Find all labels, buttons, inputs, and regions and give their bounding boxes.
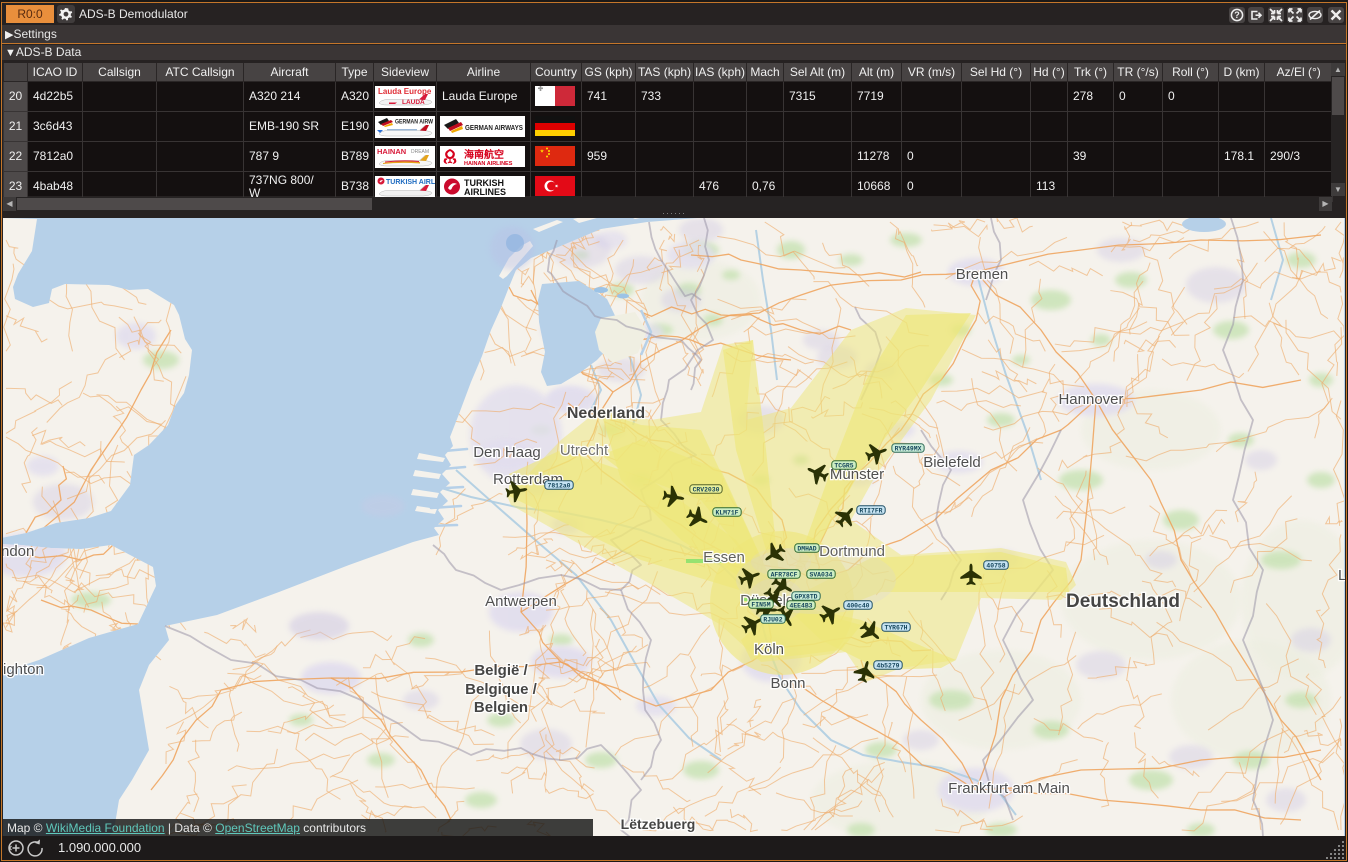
svg-text:TYR67H: TYR67H (884, 624, 907, 631)
svg-text:Deutschland: Deutschland (1066, 591, 1180, 612)
svg-text:KLM71F: KLM71F (715, 509, 738, 516)
svg-text:SVA034: SVA034 (809, 571, 832, 578)
svg-text:40758: 40758 (986, 562, 1005, 569)
svg-text:GERMAN AIRWAYS: GERMAN AIRWAYS (465, 123, 523, 132)
svg-text:海南航空: 海南航空 (464, 148, 504, 161)
svg-text:ndon: ndon (3, 543, 34, 560)
svg-text:4b5279: 4b5279 (876, 662, 899, 669)
svg-text:GPX8TD: GPX8TD (794, 593, 817, 600)
svg-text:FIN5M: FIN5M (751, 601, 770, 608)
svg-text:7812a0: 7812a0 (547, 482, 570, 489)
svg-text:4EE4B3: 4EE4B3 (789, 602, 812, 609)
svg-text:Bielefeld: Bielefeld (923, 454, 981, 471)
svg-text:AFR78CF: AFR78CF (771, 571, 798, 578)
svg-text:TURKISH AIRL: TURKISH AIRL (386, 179, 435, 186)
svg-text:Nederland: Nederland (567, 405, 645, 422)
svg-text:DREAM: DREAM (411, 149, 429, 155)
svg-text:Frankfurt am Main: Frankfurt am Main (948, 780, 1070, 797)
svg-text:België /: België / (474, 662, 528, 679)
svg-text:RJU02: RJU02 (763, 616, 782, 623)
svg-text:?: ? (1234, 10, 1240, 20)
svg-text:Belgique /: Belgique / (465, 681, 538, 698)
svg-text:Lauda Europe: Lauda Europe (378, 87, 432, 96)
svg-text:CRV2030: CRV2030 (693, 486, 720, 493)
svg-text:HAINAN: HAINAN (377, 147, 406, 156)
svg-text:Lëtzebuerg: Lëtzebuerg (621, 816, 696, 832)
svg-text:TCGR5: TCGR5 (834, 462, 853, 469)
svg-text:Bonn: Bonn (770, 675, 805, 692)
svg-text:400c40: 400c40 (846, 602, 869, 609)
svg-text:Hannover: Hannover (1058, 391, 1123, 408)
svg-text:HAINAN AIRLINES: HAINAN AIRLINES (464, 161, 513, 167)
svg-text:Utrecht: Utrecht (560, 442, 609, 459)
svg-text:Essen: Essen (703, 549, 745, 566)
svg-text:L: L (1338, 567, 1345, 584)
svg-text:Dortmund: Dortmund (819, 543, 885, 560)
svg-text:Antwerpen: Antwerpen (485, 593, 557, 610)
svg-text:Den Haag: Den Haag (473, 444, 541, 461)
svg-text:Bremen: Bremen (956, 266, 1009, 283)
svg-text:LAUDA: LAUDA (402, 99, 425, 106)
svg-text:GERMAN AIRW: GERMAN AIRW (395, 118, 434, 125)
svg-text:ighton: ighton (3, 661, 44, 678)
svg-text:RTI7FR: RTI7FR (859, 507, 882, 514)
svg-text:DMHAD: DMHAD (797, 545, 816, 552)
svg-text:Belgien: Belgien (474, 699, 528, 716)
svg-text:Köln: Köln (754, 641, 784, 658)
svg-text:AIRLINES: AIRLINES (464, 187, 506, 197)
svg-text:RYR49MX: RYR49MX (895, 445, 922, 452)
